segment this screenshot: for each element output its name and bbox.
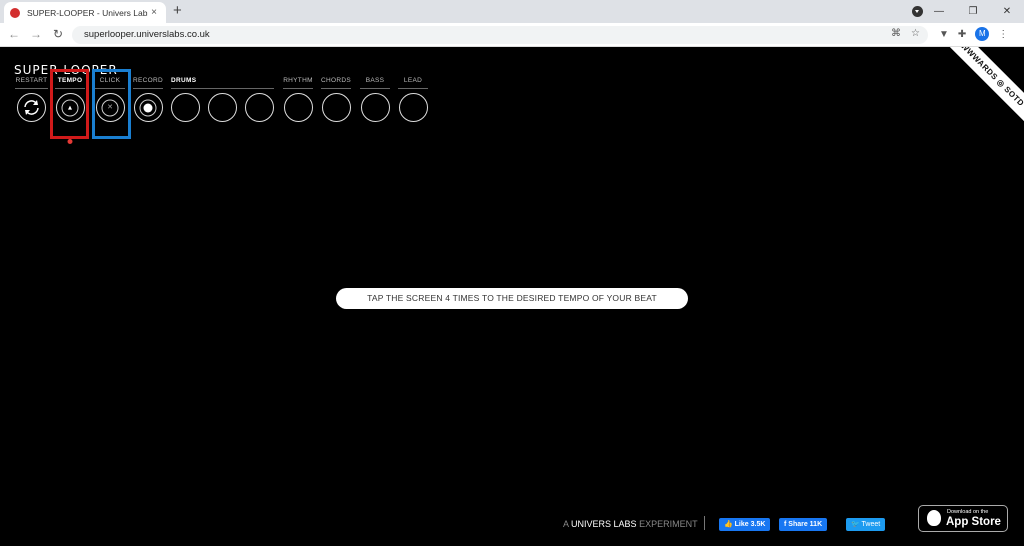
reload-icon[interactable]: ↻ — [50, 27, 66, 41]
footer-divider — [704, 516, 705, 530]
window-controls: — ❐ ✕ — [922, 0, 1024, 23]
extension-v-icon[interactable]: ▼ — [939, 29, 949, 40]
record-icon — [143, 103, 153, 112]
restart-label: RESTART — [15, 77, 48, 89]
drum-pad-2[interactable] — [208, 93, 237, 122]
browser-tab[interactable]: SUPER-LOOPER - Univers Labs × — [4, 2, 166, 23]
appstore-small-text: Download on the — [947, 509, 989, 515]
record-button[interactable] — [133, 93, 163, 122]
footer-credit[interactable]: A UNIVERS LABS EXPERIMENT — [563, 519, 698, 529]
apple-icon — [927, 510, 941, 526]
tempo-indicator-dot — [67, 139, 73, 144]
favicon-icon — [10, 7, 20, 18]
bass-label: BASS — [360, 77, 390, 89]
tempo-highlight-box — [50, 69, 89, 139]
chords-label: CHORDS — [321, 77, 351, 89]
credit-brand: UNIVERS LABS — [571, 519, 637, 529]
tab-title: SUPER-LOOPER - Univers Labs — [27, 7, 148, 18]
record-control: RECORD — [133, 77, 163, 127]
address-bar[interactable]: superlooper.universlabs.co.uk ⌘ ☆ — [72, 26, 928, 44]
restart-button[interactable] — [17, 93, 46, 122]
awwwards-ribbon[interactable]: AWWWARDS ◎ SOTD — [940, 47, 1024, 123]
tempo-prompt: TAP THE SCREEN 4 TIMES TO THE DESIRED TE… — [336, 288, 688, 309]
new-tab-button[interactable]: + — [173, 3, 182, 19]
close-window-button[interactable]: ✕ — [990, 6, 1024, 17]
lead-label: LEAD — [398, 77, 428, 89]
drum-pad-3[interactable] — [245, 93, 274, 122]
rhythm-pad[interactable] — [283, 93, 313, 122]
facebook-share-button[interactable]: f Share 11K — [779, 518, 828, 531]
bookmark-star-icon[interactable]: ☆ — [911, 28, 920, 39]
record-label: RECORD — [133, 77, 163, 89]
lead-pad[interactable] — [398, 93, 428, 122]
translate-icon[interactable]: ⌘ — [891, 28, 901, 39]
profile-avatar[interactable]: M — [975, 27, 990, 41]
drums-group: DRUMS — [171, 77, 274, 122]
url-text: superlooper.universlabs.co.uk — [84, 29, 210, 40]
bass-pad[interactable] — [360, 93, 390, 122]
extensions-puzzle-icon[interactable]: ✚ — [958, 29, 966, 40]
drum-pad-1[interactable] — [171, 93, 200, 122]
drums-label: DRUMS — [171, 77, 274, 89]
facebook-like-button[interactable]: 👍 Like 3.5K — [719, 518, 771, 531]
bass-control: BASS — [360, 77, 390, 127]
lead-control: LEAD — [398, 77, 428, 127]
chords-pad[interactable] — [321, 93, 351, 122]
credit-suffix: EXPERIMENT — [639, 519, 698, 529]
appstore-big-text: App Store — [946, 516, 1001, 528]
menu-kebab-icon[interactable]: ⋮ — [998, 29, 1008, 40]
rhythm-control: RHYTHM — [283, 77, 313, 127]
minimize-button[interactable]: — — [922, 6, 956, 17]
maximize-button[interactable]: ❐ — [956, 6, 990, 17]
tweet-button[interactable]: 🐦 Tweet — [846, 518, 886, 531]
restart-control: RESTART — [15, 77, 48, 127]
forward-icon[interactable]: → — [28, 27, 44, 41]
app-store-badge[interactable]: Download on the App Store — [918, 505, 1008, 532]
tab-close-button[interactable]: × — [148, 7, 160, 18]
browser-toolbar: ← → ↻ superlooper.universlabs.co.uk ⌘ ☆ … — [0, 23, 1024, 47]
rhythm-label: RHYTHM — [283, 77, 313, 89]
back-icon[interactable]: ← — [6, 27, 22, 41]
chords-control: CHORDS — [321, 77, 351, 127]
click-highlight-box — [92, 69, 131, 139]
restart-icon — [24, 100, 39, 115]
app-canvas[interactable]: SUPER LOOPER RESTART TEMPO CLICK ✕ RECOR… — [0, 47, 1024, 546]
credit-prefix: A — [563, 519, 569, 529]
tab-strip: SUPER-LOOPER - Univers Labs × + — ❐ ✕ — [0, 0, 1024, 23]
